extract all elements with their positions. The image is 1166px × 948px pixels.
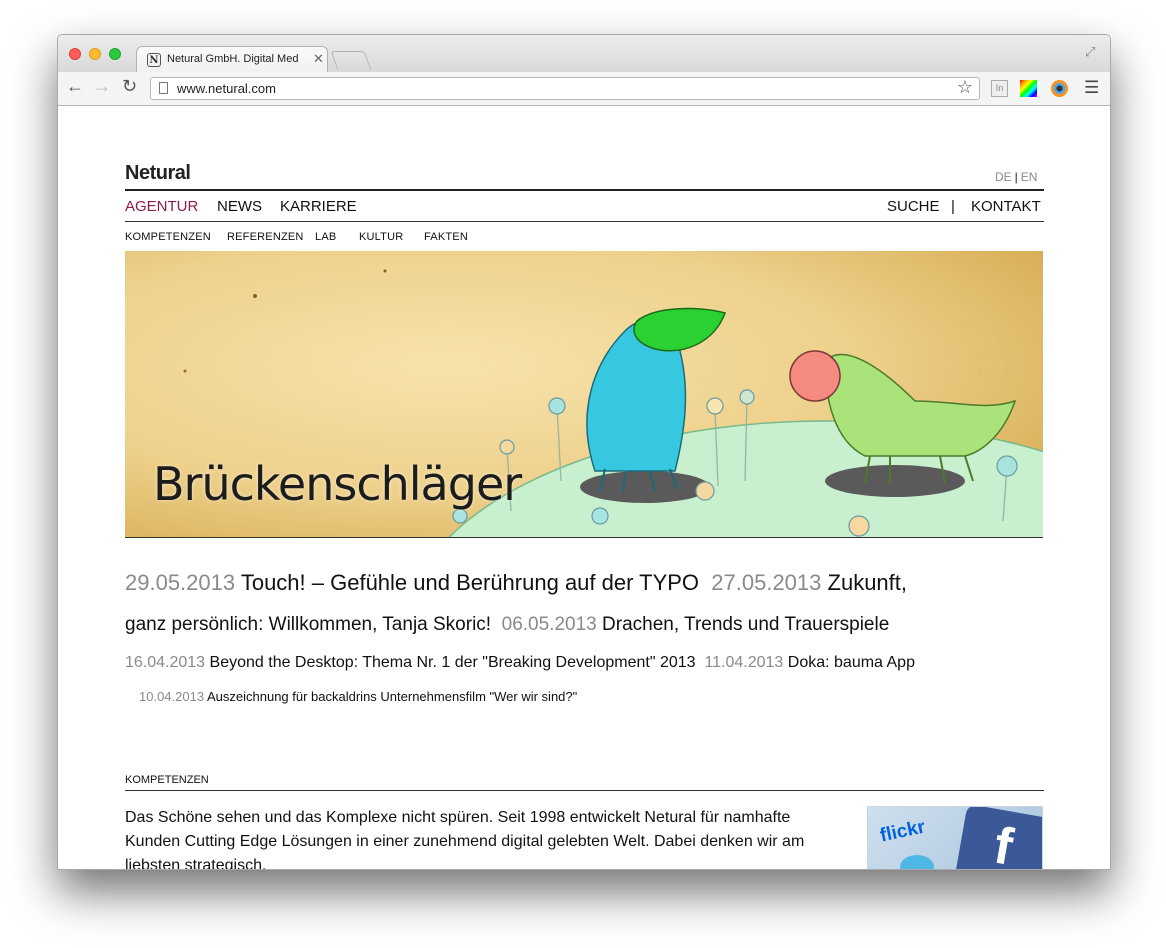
lang-de-link[interactable]: DE [995,170,1012,184]
forward-arrow-icon[interactable]: → [93,76,111,97]
news-date: 27.05.2013 [711,570,822,595]
zoom-window-button[interactable] [109,48,121,60]
news-date: 11.04.2013 [704,654,784,671]
nav-separator: | [951,198,955,215]
nav-kontakt[interactable]: KONTAKT [971,198,1041,215]
browser-tab[interactable]: N Netural GmbH. Digital Med ✕ [136,46,328,73]
hero-title: Brückenschläger [153,457,522,511]
facebook-logo: f [953,807,1042,869]
news-line-3: 16.04.2013 Beyond the Desktop: Thema Nr.… [125,654,915,672]
nav-rule [125,221,1044,222]
tab-close-icon[interactable]: ✕ [313,51,324,67]
news-link[interactable]: Beyond the Desktop: Thema Nr. 1 der "Bre… [210,654,696,671]
page-icon [159,82,168,94]
minimize-window-button[interactable] [89,48,101,60]
subnav-referenzen[interactable]: REFERENZEN [227,231,304,243]
flickr-logo: flickr [878,816,928,847]
news-link[interactable]: Zukunft, [828,570,907,595]
tab-title: Netural GmbH. Digital Med [167,53,299,65]
bookmark-star-icon[interactable]: ☆ [957,77,973,98]
netural-favicon-icon: N [147,53,161,67]
news-date: 06.05.2013 [501,614,597,635]
fullscreen-icon[interactable]: ⤢ [1085,44,1095,60]
nav-news[interactable]: NEWS [217,198,262,215]
news-date: 10.04.2013 [139,689,205,704]
subnav-kompetenzen[interactable]: KOMPETENZEN [125,231,211,243]
site-logo[interactable]: Netural [125,162,191,185]
subnav-lab[interactable]: LAB [315,231,336,243]
page-viewport: Netural DE | EN AGENTUR NEWS KARRIERE SUCH… [58,106,1110,869]
browser-toolbar: ← → ↻ www.netural.com ☆ In ☰ [58,72,1110,106]
section-label-kompetenzen: KOMPETENZEN [125,774,209,786]
reload-icon[interactable]: ↻ [122,76,137,97]
news-line-2: ganz persönlich: Willkommen, Tanja Skori… [125,614,889,636]
back-arrow-icon[interactable]: ← [66,76,84,97]
browser-window: N Netural GmbH. Digital Med ✕ ⤢ ← → ↻ ww… [57,34,1111,870]
close-window-button[interactable] [69,48,81,60]
url-text[interactable]: www.netural.com [177,81,276,96]
language-switch: DE | EN [995,170,1037,184]
news-link[interactable]: Drachen, Trends und Trauerspiele [602,614,889,635]
news-date: 29.05.2013 [125,570,236,595]
news-link[interactable]: ganz persönlich: Willkommen, Tanja Skori… [125,614,491,635]
news-date: 16.04.2013 [125,654,206,671]
news-link[interactable]: Touch! – Gefühle und Berührung auf der T… [241,570,699,595]
eye-extension-icon[interactable] [1051,80,1068,97]
browser-titlebar: N Netural GmbH. Digital Med ✕ ⤢ [58,35,1110,73]
nav-agentur[interactable]: AGENTUR [125,198,198,215]
intro-paragraph: Das Schöne sehen und das Komplexe nicht … [125,809,805,869]
nav-karriere[interactable]: KARRIERE [280,198,357,215]
twitter-bird-icon [900,855,934,869]
lang-en-link[interactable]: EN [1021,170,1038,184]
news-line-1: 29.05.2013 Touch! – Gefühle und Berührun… [125,570,907,596]
linkedin-extension-icon[interactable]: In [991,80,1008,97]
address-bar[interactable]: www.netural.com ☆ [150,77,980,100]
news-line-4: 10.04.2013 Auszeichnung für backaldrins … [139,689,577,704]
social-media-image[interactable]: flickr f [867,806,1043,869]
news-link[interactable]: Auszeichnung für backaldrins Unternehmen… [207,689,577,704]
nav-suche[interactable]: SUCHE [887,198,940,215]
new-tab-button[interactable] [330,51,372,70]
section-rule [125,790,1044,791]
subnav-fakten[interactable]: FAKTEN [424,231,468,243]
header-rule [125,189,1044,191]
subnav-kultur[interactable]: KULTUR [359,231,403,243]
news-link[interactable]: Doka: bauma App [788,654,915,671]
menu-icon[interactable]: ☰ [1084,78,1099,98]
lang-separator: | [1014,170,1018,184]
color-extension-icon[interactable] [1020,80,1037,97]
hero-banner[interactable]: Brückenschläger [125,251,1043,538]
